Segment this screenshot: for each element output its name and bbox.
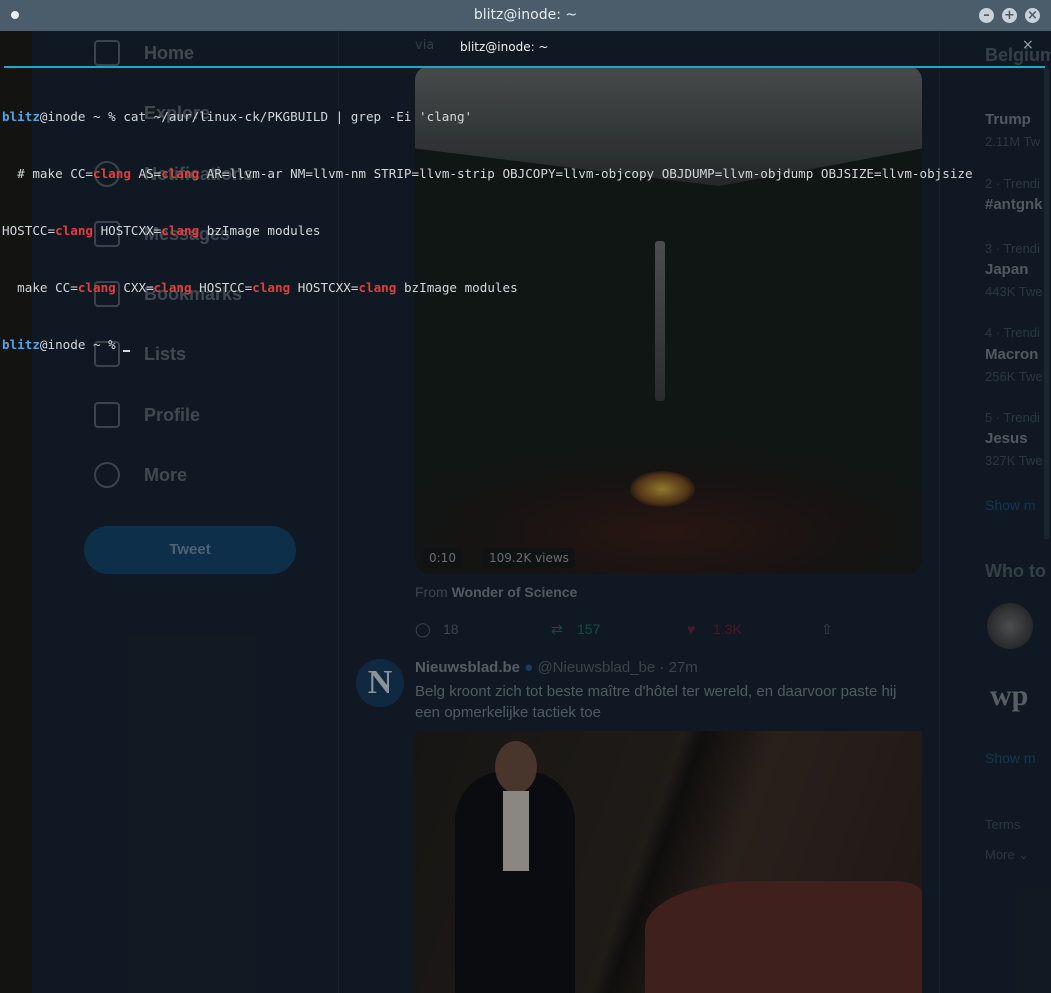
output-text: HOSTCXX= <box>290 280 359 295</box>
match-highlight: clang <box>252 280 291 295</box>
close-icon[interactable]: × <box>1025 8 1040 23</box>
output-text: HOSTCC= <box>2 223 56 238</box>
prompt-user: blitz <box>2 337 40 352</box>
minimize-icon[interactable]: – <box>979 8 994 23</box>
terminal-line: HOSTCC=clang HOSTCXX=clang bzImage modul… <box>2 221 1051 240</box>
output-text: AS= <box>130 166 162 181</box>
match-highlight: clang <box>161 223 200 238</box>
prompt-host: @inode ~ % <box>39 337 124 352</box>
prompt-host: @inode ~ % <box>39 109 124 124</box>
match-highlight: clang <box>77 280 116 295</box>
window-title: blitz@inode: ~ <box>473 7 578 23</box>
terminal-line: # make CC=clang AS=clang AR=llvm-ar NM=l… <box>2 164 1051 183</box>
match-highlight: clang <box>93 166 131 181</box>
tab-close-icon[interactable]: × <box>1022 37 1034 53</box>
terminal-line: blitz@inode ~ % cat ~/aur/linux-ck/PKGBU… <box>2 107 1051 126</box>
tab-active-indicator <box>4 66 1045 68</box>
output-text: HOSTCXX= <box>93 223 162 238</box>
terminal-tab[interactable]: blitz@inode: ~ <box>460 40 548 54</box>
command-text: cat ~/aur/linux-ck/PKGBUILD | grep -Ei '… <box>123 109 473 124</box>
output-text: bzImage modules <box>199 223 321 238</box>
output-text: HOSTCC= <box>191 280 253 295</box>
terminal-line: make CC=clang CXX=clang HOSTCC=clang HOS… <box>2 278 1051 297</box>
match-highlight: clang <box>55 223 93 238</box>
output-text: bzImage modules <box>396 280 518 295</box>
output-text: # make CC= <box>2 166 93 181</box>
output-text: make CC= <box>2 280 78 295</box>
match-highlight: clang <box>358 280 397 295</box>
terminal-output[interactable]: blitz@inode ~ % cat ~/aur/linux-ck/PKGBU… <box>2 69 1051 373</box>
output-text: CXX= <box>115 280 154 295</box>
match-highlight: clang <box>161 166 200 181</box>
window-titlebar: blitz@inode: ~ – + × <box>0 0 1051 31</box>
match-highlight: clang <box>153 280 192 295</box>
prompt-user: blitz <box>2 109 40 124</box>
terminal-cursor <box>123 350 131 352</box>
maximize-icon[interactable]: + <box>1002 8 1017 23</box>
terminal-line: blitz@inode ~ % <box>2 335 1051 354</box>
output-text: AR=llvm-ar NM=llvm-nm STRIP=llvm-strip O… <box>199 166 973 181</box>
